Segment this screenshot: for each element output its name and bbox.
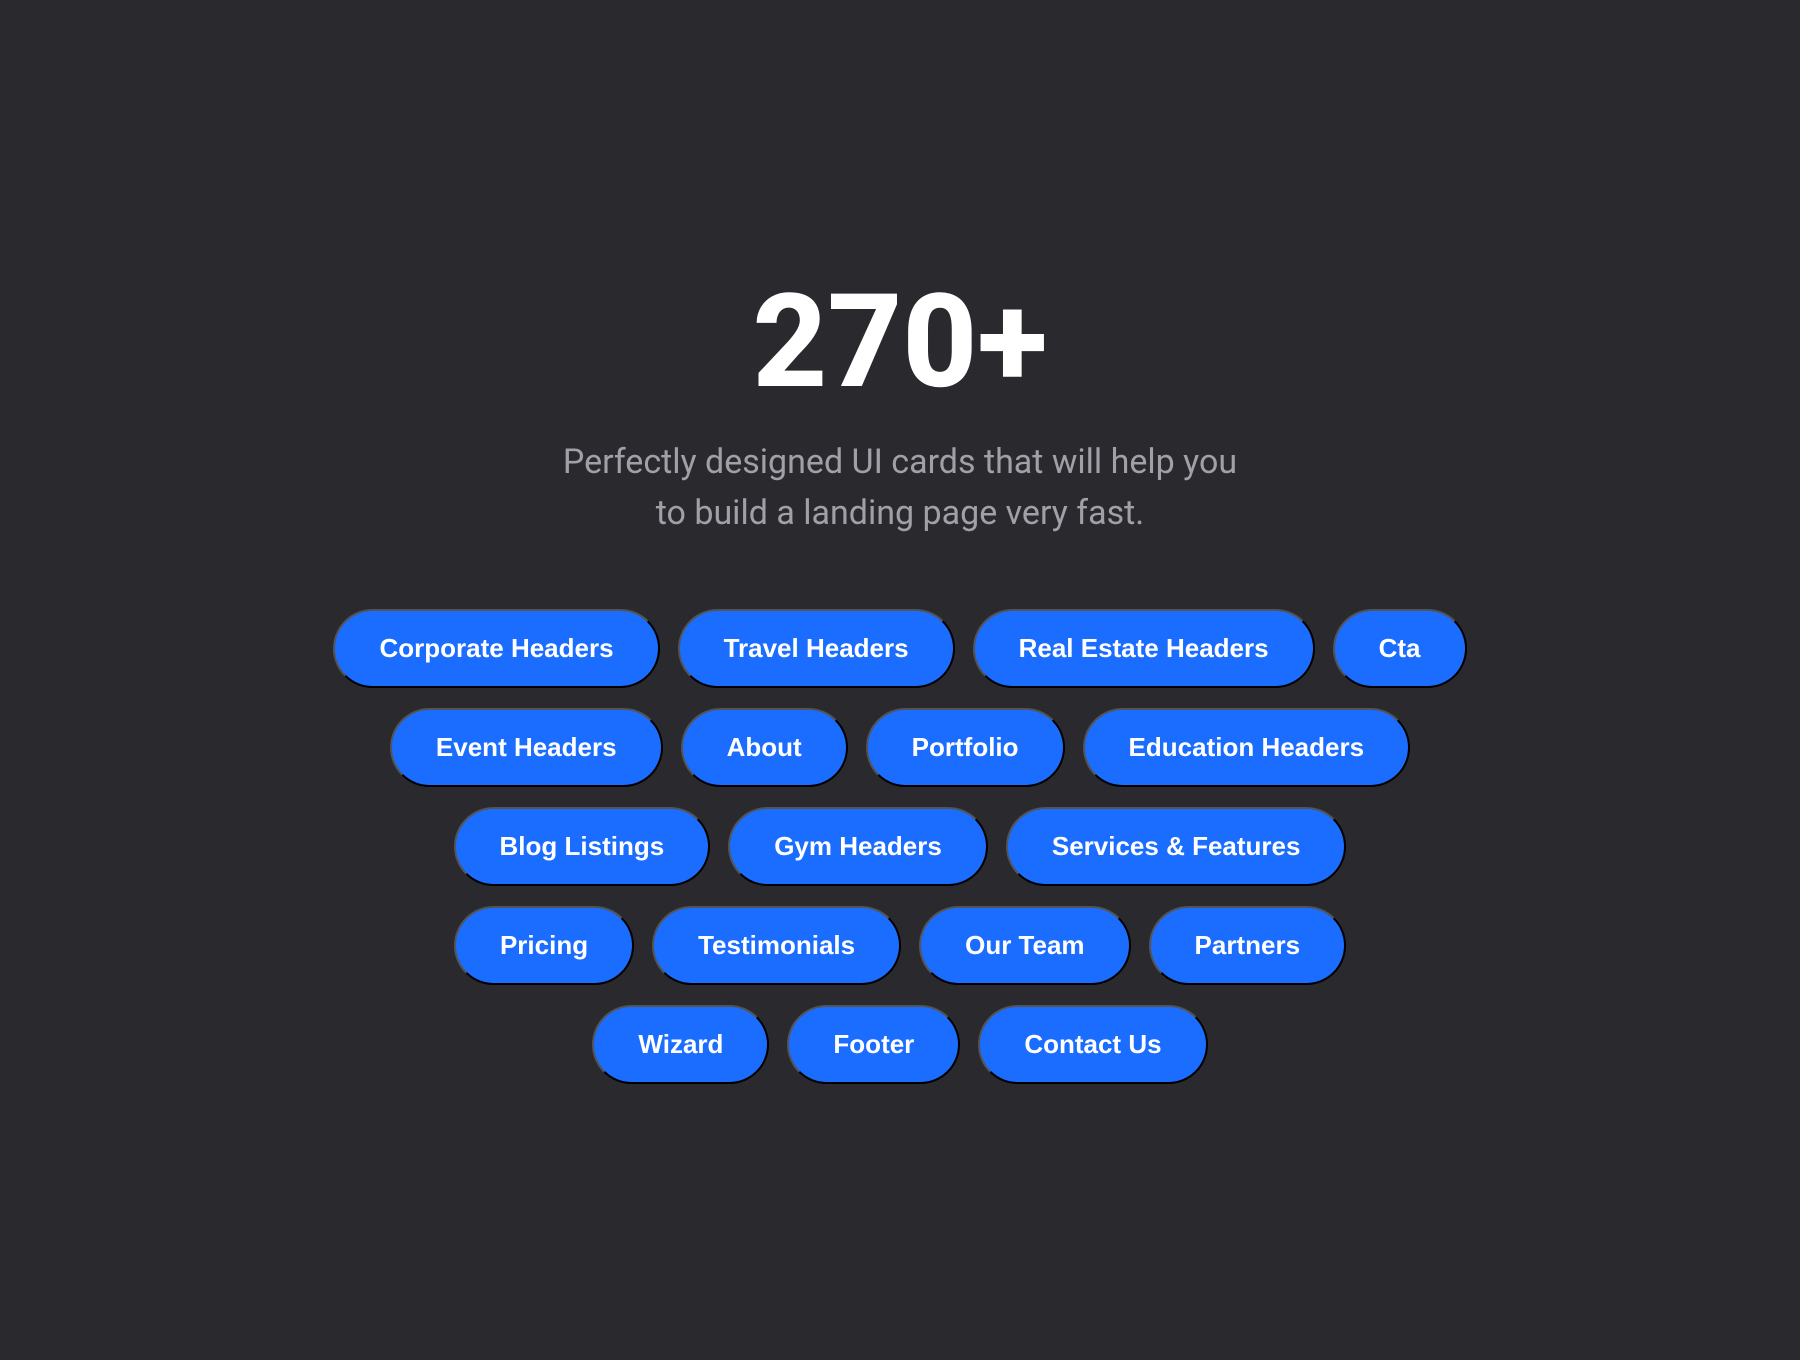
tag-our-team[interactable]: Our Team <box>919 906 1130 985</box>
tag-corporate-headers[interactable]: Corporate Headers <box>333 609 659 688</box>
tag-travel-headers[interactable]: Travel Headers <box>678 609 955 688</box>
tag-portfolio[interactable]: Portfolio <box>866 708 1065 787</box>
tags-row-row1: Corporate HeadersTravel HeadersReal Esta… <box>333 609 1466 688</box>
tag-services-features[interactable]: Services & Features <box>1006 807 1347 886</box>
tag-footer[interactable]: Footer <box>787 1005 960 1084</box>
tag-testimonials[interactable]: Testimonials <box>652 906 901 985</box>
tags-row-row3: Blog ListingsGym HeadersServices & Featu… <box>454 807 1347 886</box>
tags-row-row2: Event HeadersAboutPortfolioEducation Hea… <box>390 708 1410 787</box>
tag-blog-listings[interactable]: Blog Listings <box>454 807 711 886</box>
tags-row-row5: WizardFooterContact Us <box>592 1005 1207 1084</box>
tag-real-estate-headers[interactable]: Real Estate Headers <box>973 609 1315 688</box>
tag-pricing[interactable]: Pricing <box>454 906 634 985</box>
tag-event-headers[interactable]: Event Headers <box>390 708 663 787</box>
tag-gym-headers[interactable]: Gym Headers <box>728 807 988 886</box>
tags-wrapper: Corporate HeadersTravel HeadersReal Esta… <box>20 609 1780 1084</box>
tag-wizard[interactable]: Wizard <box>592 1005 769 1084</box>
tag-about[interactable]: About <box>681 708 848 787</box>
tag-cta[interactable]: Cta <box>1333 609 1467 688</box>
tags-row-row4: PricingTestimonialsOur TeamPartners <box>454 906 1346 985</box>
hero-number: 270+ <box>20 277 1780 407</box>
tag-partners[interactable]: Partners <box>1149 906 1347 985</box>
tag-contact-us[interactable]: Contact Us <box>978 1005 1207 1084</box>
hero-subtitle: Perfectly designed UI cards that will he… <box>20 437 1780 539</box>
main-container: 270+ Perfectly designed UI cards that wi… <box>0 197 1800 1164</box>
tag-education-headers[interactable]: Education Headers <box>1083 708 1411 787</box>
